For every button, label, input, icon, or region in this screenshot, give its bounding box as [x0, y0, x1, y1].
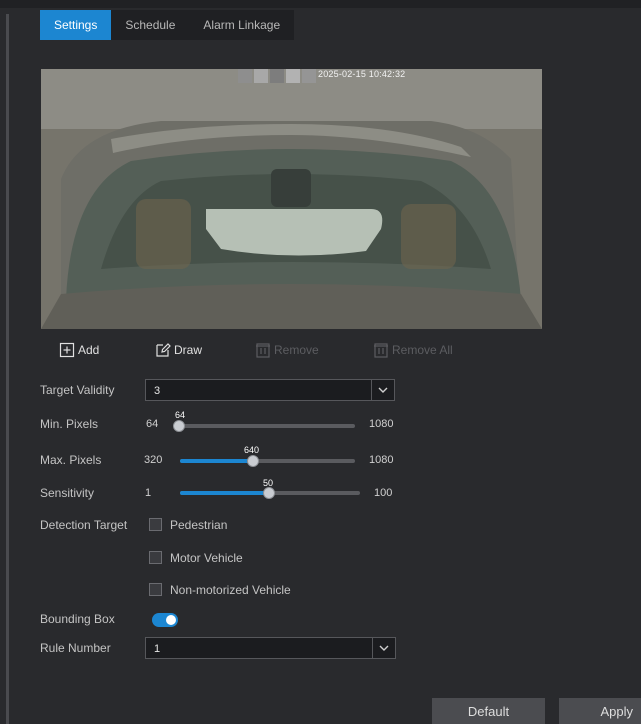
slider-thumb[interactable]	[247, 455, 259, 467]
trash-icon	[374, 343, 388, 358]
min-pixels-slider[interactable]	[173, 420, 355, 432]
toggle-knob	[166, 615, 176, 625]
target-validity-value: 3	[154, 385, 161, 397]
remove-button[interactable]: Remove	[255, 340, 319, 360]
draw-button[interactable]: Draw	[155, 340, 202, 360]
tab-schedule[interactable]: Schedule	[111, 10, 189, 40]
slider-thumb[interactable]	[173, 420, 185, 432]
motor-vehicle-checkbox[interactable]	[149, 551, 162, 564]
trash-icon	[256, 343, 270, 358]
rule-number-value: 1	[154, 643, 161, 655]
non-motorized-vehicle-label: Non-motorized Vehicle	[170, 583, 291, 597]
rule-number-label: Rule Number	[40, 641, 111, 655]
privacy-mask	[302, 69, 316, 83]
min-pixels-max: 1080	[369, 418, 394, 430]
detection-target-label: Detection Target	[40, 518, 128, 532]
pedestrian-checkbox[interactable]	[149, 518, 162, 531]
max-pixels-max: 1080	[369, 454, 394, 466]
max-pixels-label: Max. Pixels	[40, 453, 102, 467]
chevron-down-icon	[372, 638, 395, 658]
sensitivity-max: 100	[374, 487, 393, 499]
remove-all-label: Remove All	[392, 343, 453, 357]
pedestrian-label: Pedestrian	[170, 518, 228, 532]
privacy-mask	[270, 69, 284, 83]
tab-alarm-linkage[interactable]: Alarm Linkage	[189, 10, 294, 40]
camera-image	[41, 69, 542, 329]
sensitivity-slider[interactable]	[180, 487, 360, 499]
add-label: Add	[78, 343, 100, 357]
bounding-box-toggle[interactable]	[152, 613, 178, 627]
privacy-mask	[238, 69, 252, 83]
osd-timestamp: 2025-02-15 10:42:32	[318, 69, 406, 79]
edit-icon	[156, 343, 171, 357]
max-pixels-slider[interactable]	[180, 455, 355, 467]
rule-number-select[interactable]: 1	[145, 637, 396, 659]
target-validity-select[interactable]: 3	[145, 379, 395, 401]
default-button[interactable]: Default	[432, 698, 545, 724]
top-strip	[0, 0, 641, 8]
tab-bar: Settings Schedule Alarm Linkage	[40, 10, 295, 40]
left-rail	[6, 14, 9, 724]
privacy-mask	[254, 69, 268, 83]
sensitivity-min: 1	[145, 487, 152, 499]
slider-fill	[180, 491, 269, 495]
slider-fill	[180, 459, 253, 463]
add-icon	[59, 342, 75, 358]
min-pixels-min: 64	[146, 418, 159, 430]
sensitivity-label: Sensitivity	[40, 486, 95, 500]
apply-button[interactable]: Apply	[559, 698, 641, 724]
chevron-down-icon	[371, 380, 394, 400]
non-motorized-vehicle-checkbox[interactable]	[149, 583, 162, 596]
sensitivity-value: 50	[263, 478, 274, 488]
bounding-box-label: Bounding Box	[40, 612, 115, 626]
remove-label: Remove	[274, 343, 319, 357]
min-pixels-value: 64	[175, 410, 186, 420]
min-pixels-label: Min. Pixels	[40, 417, 99, 431]
target-validity-label: Target Validity	[40, 383, 115, 397]
camera-preview[interactable]: 2025-02-15 10:42:32	[41, 69, 542, 329]
privacy-mask	[286, 69, 300, 83]
motor-vehicle-label: Motor Vehicle	[170, 551, 243, 565]
add-button[interactable]: Add	[59, 340, 99, 360]
draw-label: Draw	[174, 343, 203, 357]
area-toolbar: Add Draw Remove Remove All	[40, 340, 480, 360]
remove-all-button[interactable]: Remove All	[373, 340, 453, 360]
tab-settings[interactable]: Settings	[40, 10, 112, 40]
max-pixels-min: 320	[144, 454, 163, 466]
max-pixels-value: 640	[244, 445, 260, 455]
slider-thumb[interactable]	[263, 487, 275, 499]
